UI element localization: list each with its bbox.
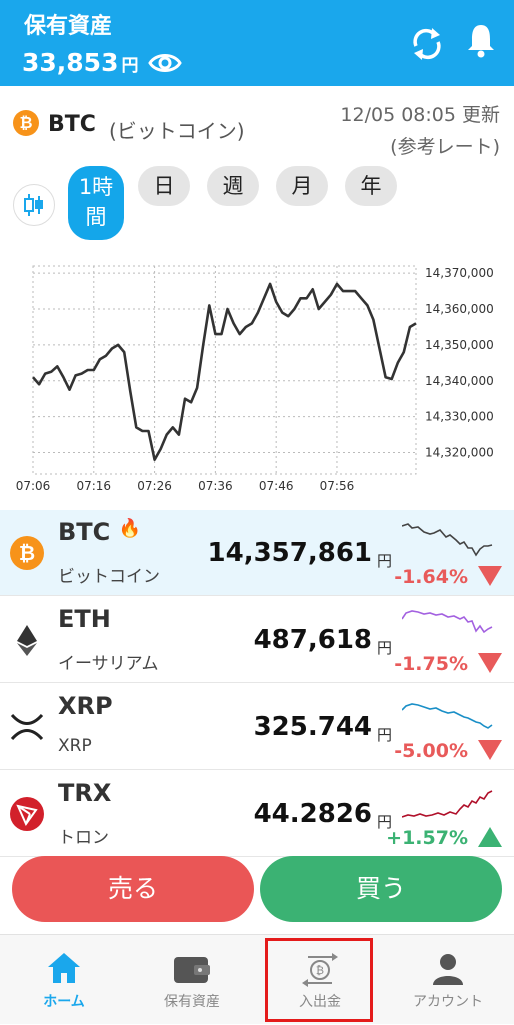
period-1h-label-2: 間 <box>85 205 107 229</box>
bell-icon[interactable] <box>466 22 496 58</box>
y-tick-label: 14,330,000 <box>425 410 494 424</box>
account-icon <box>433 954 463 985</box>
y-tick-label: 14,340,000 <box>425 374 494 388</box>
down-arrow-icon <box>478 653 502 673</box>
y-tick-label: 14,360,000 <box>425 302 494 316</box>
y-tick-label: 14,370,000 <box>425 266 494 280</box>
y-tick-label: 14,350,000 <box>425 338 494 352</box>
highlight-box <box>265 938 373 1022</box>
nav-home[interactable]: ホーム <box>0 935 128 1025</box>
nav-home-label: ホーム <box>43 994 85 1010</box>
coin-change: -1.64% <box>394 566 468 588</box>
candlestick-icon <box>24 194 43 216</box>
bitcoin-icon: ₿ <box>10 536 44 570</box>
update-time: 12/05 08:05 更新 <box>340 104 500 126</box>
coin-name: ビットコイン <box>58 567 160 587</box>
reference-rate-note: (参考レート) <box>390 136 500 158</box>
period-month-button[interactable]: 月 <box>276 166 328 206</box>
eye-icon[interactable] <box>148 50 182 76</box>
xrp-sparkline <box>402 703 493 729</box>
coin-symbol: BTC 🔥 <box>58 518 142 546</box>
coin-change: +1.57% <box>386 827 468 849</box>
period-week-button[interactable]: 週 <box>207 166 259 206</box>
down-arrow-icon <box>478 740 502 760</box>
coin-row-btc[interactable]: ₿ BTC 🔥 ビットコイン 14,357,861 円 -1.64% <box>0 510 514 596</box>
bitcoin-icon: ₿ <box>13 110 39 136</box>
coin-price-unit: 円 <box>376 639 392 657</box>
ethereum-icon <box>17 625 37 656</box>
eth-sparkline <box>402 610 493 634</box>
x-tick-label: 07:46 <box>259 479 294 493</box>
period-1h-button[interactable]: 1時 間 <box>68 166 124 240</box>
coin-symbol: XRP <box>58 692 113 720</box>
home-icon <box>48 953 80 983</box>
x-tick-label: 07:16 <box>76 479 111 493</box>
sync-icon[interactable] <box>410 26 444 62</box>
coin-row-xrp[interactable]: XRP XRP 325.744 円 -5.00% <box>0 684 514 770</box>
up-arrow-icon <box>478 827 502 847</box>
candlestick-toggle-button[interactable] <box>13 184 55 226</box>
coin-row-trx[interactable]: TRX トロン 44.2826 円 +1.57% <box>0 771 514 857</box>
fire-icon: 🔥 <box>118 518 142 539</box>
coin-name: イーサリアム <box>58 654 159 674</box>
period-selector: 1時 間 日 週 月 年 <box>0 166 514 240</box>
coin-price: 487,618 <box>253 625 372 655</box>
svg-text:₿: ₿ <box>19 541 35 565</box>
tron-icon <box>10 797 44 831</box>
price-line <box>32 282 417 461</box>
nav-account[interactable]: アカウント <box>384 935 512 1025</box>
app-header: 保有資産 33,853 円 <box>0 0 514 86</box>
y-tick-label: 14,320,000 <box>425 445 494 459</box>
buy-button[interactable]: 買う <box>260 856 502 922</box>
down-arrow-icon <box>478 566 502 586</box>
coin-name: XRP <box>58 736 92 756</box>
x-tick-label: 07:56 <box>320 479 355 493</box>
bottom-nav: ホーム 保有資産 ₿ 入出金 アカウント <box>0 934 514 1024</box>
x-tick-label: 07:36 <box>198 479 233 493</box>
period-year-button[interactable]: 年 <box>345 166 397 206</box>
coin-price-unit: 円 <box>376 726 392 744</box>
nav-assets-label: 保有資産 <box>164 994 220 1010</box>
total-assets-unit: 円 <box>121 56 139 76</box>
price-chart[interactable]: 14,370,000 14,360,000 14,350,000 14,340,000… <box>0 250 514 500</box>
btc-sparkline <box>402 523 493 557</box>
coin-price-unit: 円 <box>376 552 392 570</box>
x-tick-label: 07:06 <box>16 479 51 493</box>
period-day-button[interactable]: 日 <box>138 166 190 206</box>
coin-price: 44.2826 <box>253 799 372 829</box>
xrp-icon <box>10 713 44 741</box>
x-tick-label: 07:26 <box>137 479 172 493</box>
period-1h-label-1: 1時 <box>78 175 114 199</box>
coin-symbol: ETH <box>58 605 111 633</box>
selected-coin-header: ₿ BTC (ビットコイン) 12/05 08:05 更新 (参考レート) <box>0 94 514 166</box>
total-assets-value: 33,853 <box>22 48 119 77</box>
sell-button[interactable]: 売る <box>12 856 254 922</box>
coin-price: 14,357,861 <box>207 538 372 568</box>
nav-account-label: アカウント <box>413 994 483 1010</box>
coin-change: -1.75% <box>394 653 468 675</box>
header-title: 保有資産 <box>24 14 113 39</box>
coin-name: トロン <box>58 828 109 848</box>
price-chart-svg: 14,370,000 14,360,000 14,350,000 14,340,000… <box>16 265 494 493</box>
coin-change: -5.00% <box>394 740 468 762</box>
selected-coin-name: (ビットコイン) <box>109 119 245 143</box>
coin-symbol: TRX <box>58 779 112 807</box>
selected-coin-symbol: BTC <box>48 112 96 137</box>
coin-price: 325.744 <box>253 712 372 742</box>
wallet-icon <box>174 957 210 983</box>
coin-row-eth[interactable]: ETH イーサリアム 487,618 円 -1.75% <box>0 597 514 683</box>
nav-assets[interactable]: 保有資産 <box>128 935 256 1025</box>
total-assets: 33,853 円 <box>22 48 138 77</box>
trx-sparkline <box>402 790 493 818</box>
